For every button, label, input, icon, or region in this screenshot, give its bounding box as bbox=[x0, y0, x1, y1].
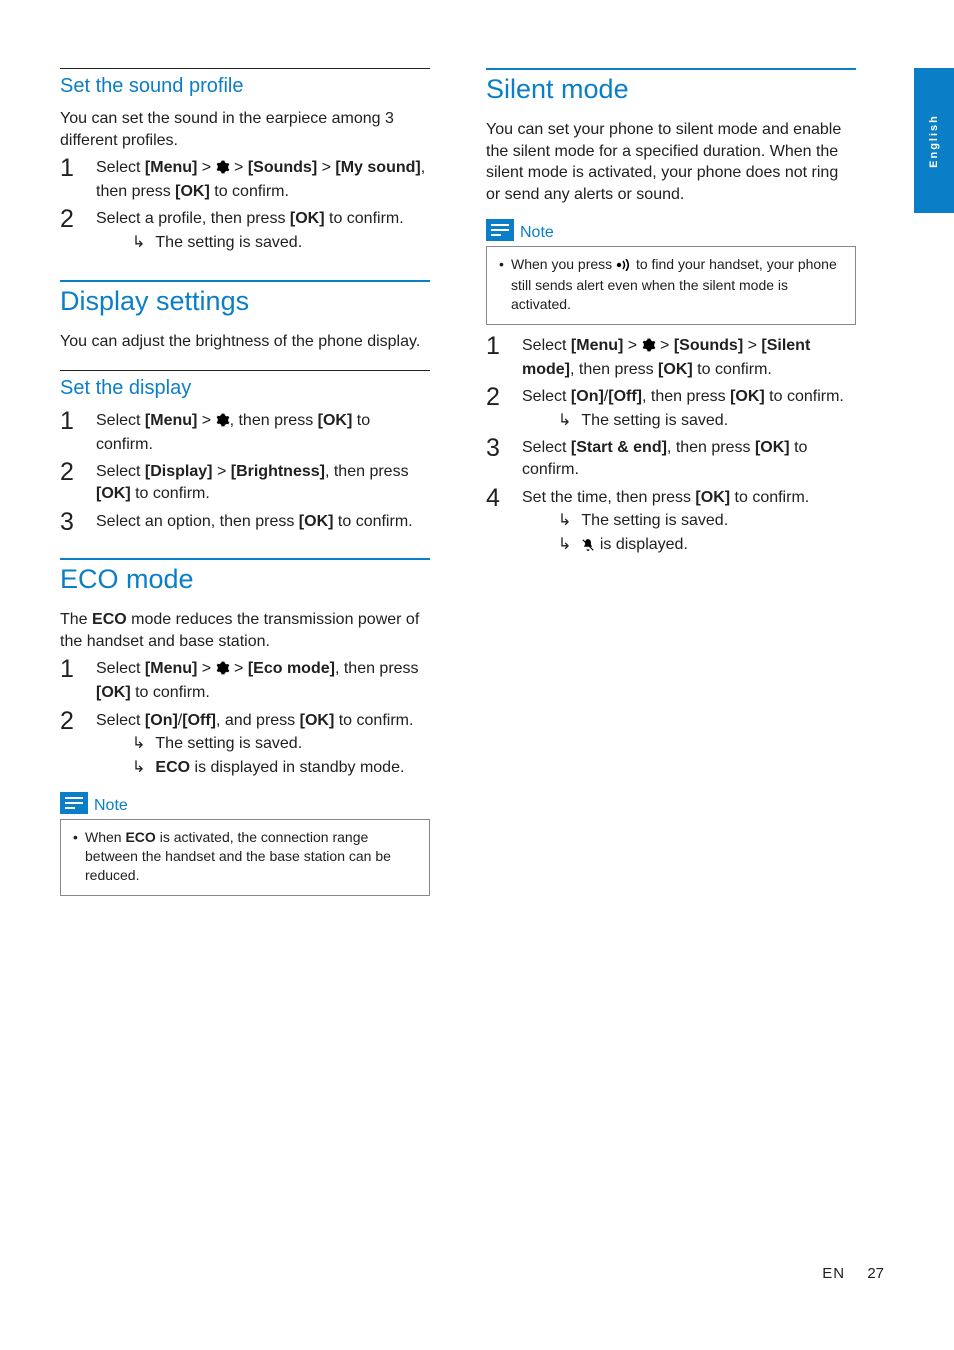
result: ↳ECO is displayed in standby mode. bbox=[132, 757, 430, 779]
heading-silent-mode: Silent mode bbox=[486, 74, 856, 105]
steps-eco-mode: Select [Menu] > > [Eco mode], then press… bbox=[60, 658, 430, 778]
heading-set-display: Set the display bbox=[60, 377, 430, 400]
bell-mute-icon bbox=[581, 537, 595, 559]
result-arrow-icon: ↳ bbox=[558, 510, 571, 532]
result-arrow-icon: ↳ bbox=[558, 410, 571, 432]
step: Select [On]/[Off], and press [OK] to con… bbox=[60, 710, 430, 779]
step: Select [Start & end], then press [OK] to… bbox=[486, 437, 856, 480]
result: ↳The setting is saved. bbox=[558, 510, 856, 532]
heading-display-settings: Display settings bbox=[60, 286, 430, 317]
result: ↳The setting is saved. bbox=[132, 733, 430, 755]
left-column: Set the sound profile You can set the so… bbox=[60, 68, 430, 896]
footer-lang: EN bbox=[822, 1265, 845, 1282]
note-label: Note bbox=[94, 797, 128, 815]
result-arrow-icon: ↳ bbox=[132, 232, 145, 254]
paragraph: You can set the sound in the earpiece am… bbox=[60, 108, 430, 151]
note-header: Note bbox=[486, 219, 856, 246]
gear-icon bbox=[216, 660, 230, 682]
language-tab: English bbox=[914, 68, 954, 213]
step: Select [On]/[Off], then press [OK] to co… bbox=[486, 386, 856, 431]
paragraph: The ECO mode reduces the transmission po… bbox=[60, 609, 430, 652]
rule-section bbox=[60, 558, 430, 560]
steps-silent-mode: Select [Menu] > > [Sounds] > [Silent mod… bbox=[486, 335, 856, 558]
step: Set the time, then press [OK] to confirm… bbox=[486, 487, 856, 559]
step: Select an option, then press [OK] to con… bbox=[60, 511, 430, 533]
step: Select [Menu] > , then press [OK] to con… bbox=[60, 410, 430, 455]
heading-eco-mode: ECO mode bbox=[60, 564, 430, 595]
result: ↳ is displayed. bbox=[558, 534, 856, 559]
rule bbox=[60, 370, 430, 371]
step: Select [Menu] > > [Sounds] > [Silent mod… bbox=[486, 335, 856, 380]
gear-icon bbox=[642, 337, 656, 359]
footer: EN 27 bbox=[822, 1265, 884, 1282]
note-item: When ECO is activated, the connection ra… bbox=[85, 828, 419, 885]
rule-section bbox=[486, 68, 856, 70]
page: English Set the sound profile You can se… bbox=[0, 0, 954, 1350]
step: Select [Display] > [Brightness], then pr… bbox=[60, 461, 430, 504]
step: Select a profile, then press [OK] to con… bbox=[60, 208, 430, 253]
paragraph: You can set your phone to silent mode an… bbox=[486, 119, 856, 205]
columns: Set the sound profile You can set the so… bbox=[0, 0, 954, 896]
heading-sound-profile: Set the sound profile bbox=[60, 75, 430, 98]
paging-icon bbox=[616, 257, 632, 276]
result: ↳The setting is saved. bbox=[558, 410, 856, 432]
rule-section bbox=[60, 280, 430, 282]
result-arrow-icon: ↳ bbox=[558, 534, 571, 559]
steps-set-display: Select [Menu] > , then press [OK] to con… bbox=[60, 410, 430, 532]
note-header: Note bbox=[60, 792, 430, 819]
language-tab-label: English bbox=[928, 114, 940, 168]
note-icon bbox=[60, 792, 88, 819]
note-box: When you press to find your handset, you… bbox=[486, 246, 856, 325]
right-column: Silent mode You can set your phone to si… bbox=[486, 68, 856, 896]
note-icon bbox=[486, 219, 514, 246]
result-arrow-icon: ↳ bbox=[132, 757, 145, 779]
footer-page: 27 bbox=[867, 1265, 884, 1282]
note-box: When ECO is activated, the connection ra… bbox=[60, 819, 430, 896]
gear-icon bbox=[216, 159, 230, 181]
result: ↳The setting is saved. bbox=[132, 232, 430, 254]
step: Select [Menu] > > [Eco mode], then press… bbox=[60, 658, 430, 703]
rule bbox=[60, 68, 430, 69]
steps-sound-profile: Select [Menu] > > [Sounds] > [My sound],… bbox=[60, 157, 430, 253]
note-item: When you press to find your handset, you… bbox=[511, 255, 845, 314]
note-label: Note bbox=[520, 224, 554, 242]
paragraph: You can adjust the brightness of the pho… bbox=[60, 331, 430, 353]
result-arrow-icon: ↳ bbox=[132, 733, 145, 755]
gear-icon bbox=[216, 412, 230, 434]
step: Select [Menu] > > [Sounds] > [My sound],… bbox=[60, 157, 430, 202]
